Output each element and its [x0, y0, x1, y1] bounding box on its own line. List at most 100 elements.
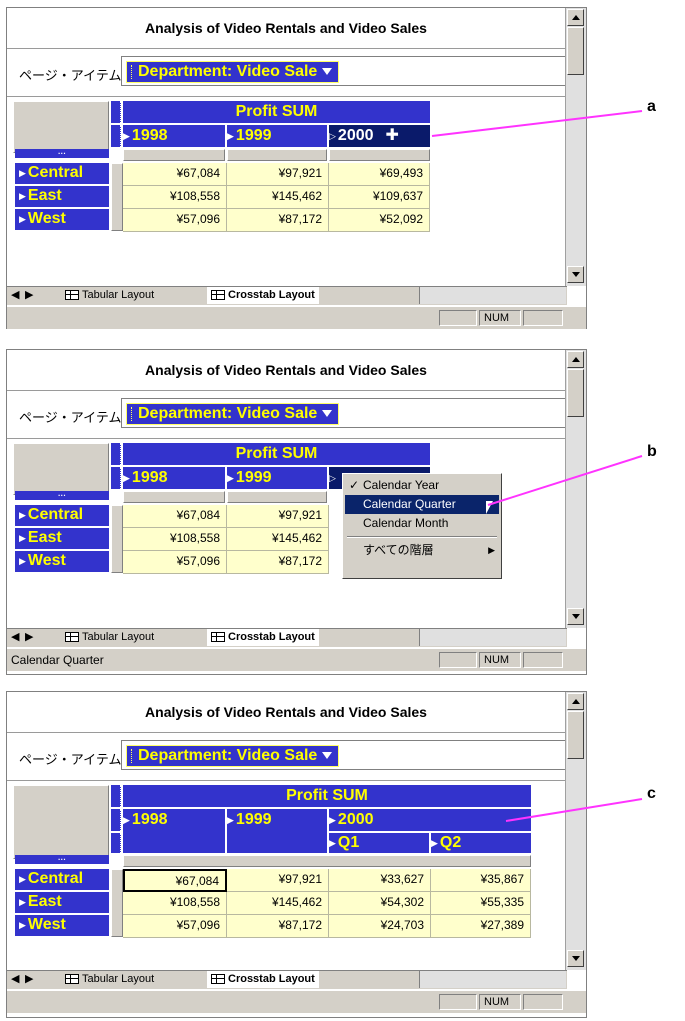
year-grip[interactable] — [111, 125, 121, 147]
tab-tabular-layout[interactable]: Tabular Layout — [65, 629, 154, 646]
expand-arrow-icon[interactable]: ▷ — [329, 131, 336, 141]
data-cell[interactable]: ¥33,627 — [329, 869, 431, 892]
measure-header[interactable]: Profit SUM — [123, 101, 430, 123]
year-header-1999[interactable]: ▶ 1999 — [227, 809, 327, 853]
menu-item-all-levels[interactable]: すべての階層 ▶ — [345, 541, 499, 560]
row-header-east[interactable]: ▶ East — [15, 892, 109, 914]
scroll-thumb[interactable] — [567, 711, 584, 759]
tab-scroll-left[interactable]: ◀ — [11, 287, 19, 304]
department-dropdown[interactable]: Department: Video Sale — [126, 61, 340, 83]
row-header-west[interactable]: ▶ West — [15, 551, 109, 573]
expand-arrow-icon[interactable]: ▶ — [19, 533, 26, 543]
department-dropdown[interactable]: Department: Video Sale — [126, 403, 340, 425]
scroll-thumb[interactable] — [567, 27, 584, 75]
data-cell[interactable]: ¥35,867 — [431, 869, 531, 892]
measure-grip[interactable] — [111, 101, 121, 123]
expand-arrow-icon[interactable]: ▶ — [19, 191, 26, 201]
row-header-east[interactable]: ▶ East — [15, 186, 109, 208]
data-cell[interactable]: ¥87,172 — [227, 551, 329, 574]
expand-arrow-icon[interactable]: ▶ — [227, 815, 234, 825]
year-header-1998[interactable]: ▶ 1998 — [123, 125, 225, 147]
data-cell[interactable]: ¥109,637 — [329, 186, 430, 209]
data-cell[interactable]: ¥108,558 — [123, 528, 227, 551]
row-header-west[interactable]: ▶ West — [15, 209, 109, 231]
year-grip[interactable] — [111, 467, 121, 489]
tab-scroll-left[interactable]: ◀ — [11, 629, 19, 646]
menu-item-calendar-year[interactable]: ✓ Calendar Year — [345, 476, 499, 495]
expand-arrow-icon[interactable]: ▶ — [19, 897, 26, 907]
expand-arrow-icon[interactable]: ▶ — [227, 473, 234, 483]
measure-grip[interactable] — [111, 443, 121, 465]
data-cell[interactable]: ¥27,389 — [431, 915, 531, 938]
dropdown-arrow-icon[interactable] — [322, 752, 333, 760]
tab-crosstab-layout[interactable]: Crosstab Layout — [207, 971, 319, 988]
data-cell[interactable]: ¥97,921 — [227, 869, 329, 892]
data-cell[interactable]: ¥97,921 — [227, 505, 329, 528]
measure-grip[interactable] — [111, 785, 121, 807]
tab-scroll-left[interactable]: ◀ — [11, 971, 19, 988]
tab-tabular-layout[interactable]: Tabular Layout — [65, 287, 154, 304]
drag-grip[interactable] — [131, 406, 135, 421]
data-cell[interactable]: ¥52,092 — [329, 209, 430, 232]
quarter-header-q1[interactable]: ▶ Q1 — [329, 833, 429, 853]
data-cell[interactable]: ¥145,462 — [227, 186, 329, 209]
year-header-2000[interactable]: ▶ 2000 — [329, 809, 531, 831]
data-cell[interactable]: ¥87,172 — [227, 209, 329, 232]
expand-arrow-icon[interactable]: ▶ — [19, 874, 26, 884]
expand-arrow-icon[interactable]: ▶ — [19, 920, 26, 930]
horizontal-scrollbar[interactable] — [419, 971, 566, 988]
scroll-up-button[interactable] — [567, 9, 584, 26]
row-header-central[interactable]: ▶ Central — [15, 163, 109, 185]
year-header-1999[interactable]: ▶ 1999 — [227, 467, 327, 489]
data-cell[interactable]: ¥67,084 — [123, 163, 227, 186]
dropdown-arrow-icon[interactable] — [322, 410, 333, 418]
scroll-down-button[interactable] — [567, 608, 584, 625]
drag-grip[interactable] — [131, 64, 135, 79]
expand-arrow-icon[interactable]: ▶ — [19, 214, 26, 224]
expand-arrow-icon[interactable]: ▷ — [329, 473, 336, 483]
menu-item-calendar-quarter[interactable]: Calendar Quarter — [345, 495, 499, 514]
data-cell[interactable]: ¥57,096 — [123, 915, 227, 938]
data-cell[interactable]: ¥57,096 — [123, 551, 227, 574]
quarter-grip[interactable] — [111, 833, 121, 853]
tab-tabular-layout[interactable]: Tabular Layout — [65, 971, 154, 988]
scroll-down-button[interactable] — [567, 950, 584, 967]
data-cell[interactable]: ¥145,462 — [227, 528, 329, 551]
data-cell[interactable]: ¥145,462 — [227, 892, 329, 915]
expand-arrow-icon[interactable]: ▶ — [329, 815, 336, 825]
tab-crosstab-layout[interactable]: Crosstab Layout — [207, 629, 319, 646]
horizontal-scrollbar[interactable] — [419, 629, 566, 646]
tab-scroll-right[interactable]: ▶ — [25, 971, 33, 988]
row-header-central[interactable]: ▶ Central — [15, 869, 109, 891]
tab-crosstab-layout[interactable]: Crosstab Layout — [207, 287, 319, 304]
scroll-down-button[interactable] — [567, 266, 584, 283]
data-cell[interactable]: ¥108,558 — [123, 186, 227, 209]
measure-header[interactable]: Profit SUM — [123, 443, 430, 465]
expand-arrow-icon[interactable]: ▶ — [329, 838, 336, 848]
tab-scroll-right[interactable]: ▶ — [25, 287, 33, 304]
data-cell[interactable]: ¥24,703 — [329, 915, 431, 938]
expand-arrow-icon[interactable]: ▶ — [19, 510, 26, 520]
measure-header[interactable]: Profit SUM — [123, 785, 531, 807]
expand-arrow-icon[interactable]: ▶ — [123, 815, 130, 825]
expand-arrow-icon[interactable]: ▶ — [19, 556, 26, 566]
year-header-2000[interactable]: ▷ 2000 ✚ — [329, 125, 430, 147]
vertical-scrollbar[interactable] — [565, 8, 586, 286]
expand-arrow-icon[interactable]: ▶ — [19, 168, 26, 178]
vertical-scrollbar[interactable] — [565, 350, 586, 628]
quarter-header-q2[interactable]: ▶ Q2 — [431, 833, 531, 853]
year-header-1998[interactable]: ▶ 1998 — [123, 809, 225, 853]
data-cell-selected[interactable]: ¥67,084 — [123, 869, 227, 892]
horizontal-scrollbar[interactable] — [419, 287, 566, 304]
scroll-thumb[interactable] — [567, 369, 584, 417]
year-header-1999[interactable]: ▶ 1999 — [227, 125, 327, 147]
dropdown-arrow-icon[interactable] — [322, 68, 333, 76]
year-header-1998[interactable]: ▶ 1998 — [123, 467, 225, 489]
row-header-central[interactable]: ▶ Central — [15, 505, 109, 527]
scroll-up-button[interactable] — [567, 351, 584, 368]
data-cell[interactable]: ¥97,921 — [227, 163, 329, 186]
data-cell[interactable]: ¥87,172 — [227, 915, 329, 938]
year-grip[interactable] — [111, 809, 121, 831]
department-dropdown[interactable]: Department: Video Sale — [126, 745, 340, 767]
data-cell[interactable]: ¥67,084 — [123, 505, 227, 528]
